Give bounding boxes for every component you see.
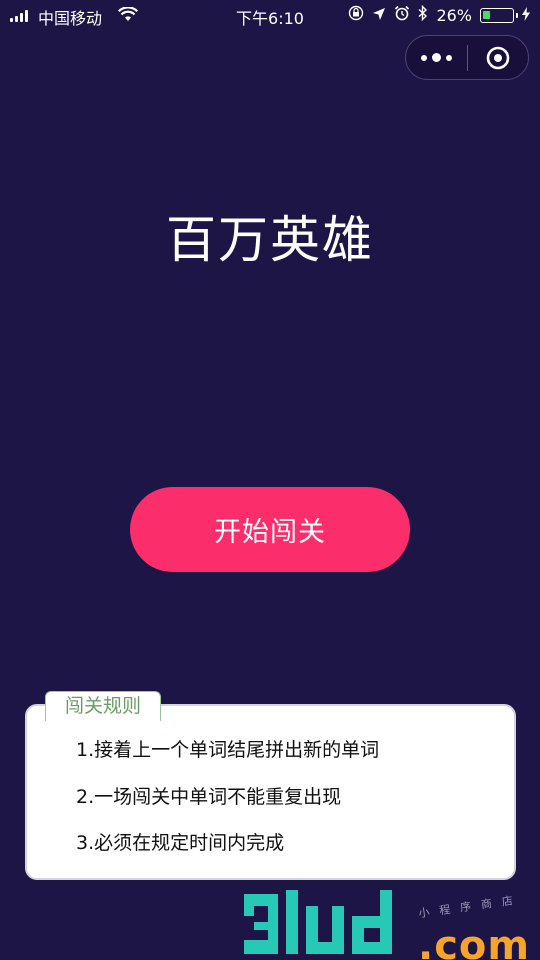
more-dots-icon[interactable] [406, 53, 467, 62]
watermark-suffix: .com [418, 923, 531, 960]
alarm-icon [394, 5, 410, 25]
carrier-name: 中国移动 [38, 9, 103, 28]
rule-item: 3.必须在规定时间内完成 [76, 832, 285, 854]
battery-percent: 26% [436, 5, 472, 25]
battery-icon [480, 7, 518, 23]
rules-tab: 闯关规则 [45, 691, 161, 721]
signal-icon [10, 10, 28, 22]
location-icon [372, 6, 386, 25]
battery-level [483, 10, 490, 19]
app-screen: 中国移动 下午6:10 26% 百万英雄 开始闯关 闯关规则 1.接着上一个单词… [0, 0, 540, 960]
miniprogram-capsule [405, 35, 529, 80]
rule-item: 1.接着上一个单词结尾拼出新的单词 [76, 739, 380, 761]
bluetooth-icon [418, 4, 428, 25]
start-challenge-button[interactable]: 开始闯关 [130, 487, 410, 572]
charging-icon [522, 6, 530, 25]
target-close-icon[interactable] [468, 45, 528, 71]
status-bar: 中国移动 下午6:10 26% [0, 0, 540, 30]
wifi-icon [118, 6, 138, 26]
lock-rotation-icon [348, 5, 364, 25]
rule-item: 2.一场闯关中单词不能重复出现 [76, 786, 342, 808]
status-icons: 26% [348, 4, 530, 25]
page-title: 百万英雄 [166, 211, 374, 269]
